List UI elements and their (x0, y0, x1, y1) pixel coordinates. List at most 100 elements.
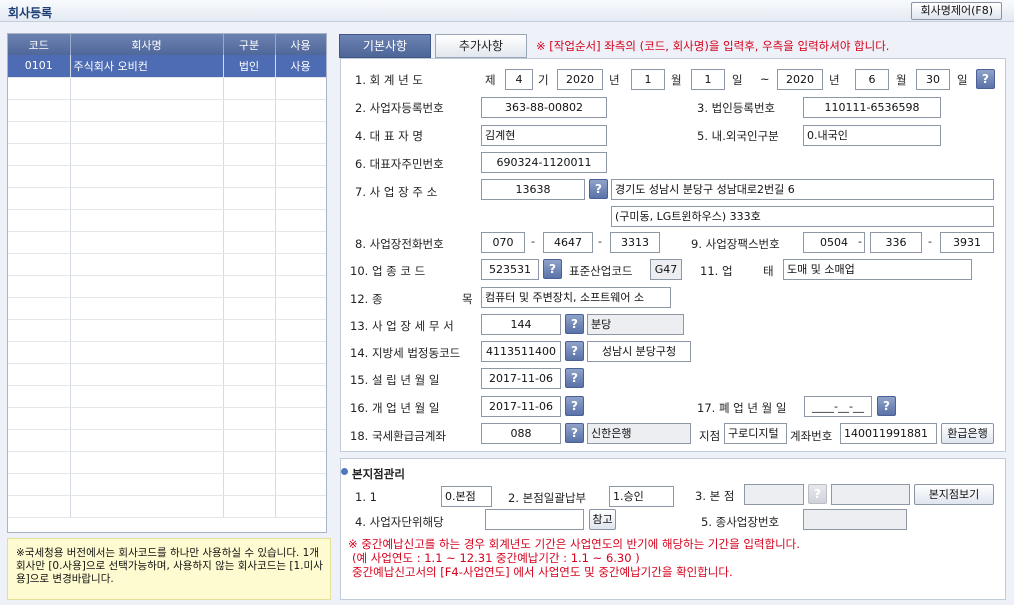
empty-cell[interactable] (275, 187, 326, 210)
empty-cell[interactable] (223, 99, 276, 122)
tax-office-help-icon[interactable]: ? (565, 314, 584, 334)
table-row[interactable] (8, 231, 326, 254)
tab-basic[interactable]: 기본사항 (339, 34, 431, 58)
empty-cell[interactable] (70, 77, 224, 100)
refund-bank-button[interactable]: 환급은행 (941, 423, 994, 444)
empty-cell[interactable] (275, 275, 326, 298)
category-input[interactable]: 컴퓨터 및 주변장치, 소프트웨어 소 (481, 287, 671, 308)
empty-cell[interactable] (275, 143, 326, 166)
empty-cell[interactable] (70, 407, 224, 430)
zip-input[interactable]: 13638 (481, 179, 585, 200)
empty-cell[interactable] (275, 407, 326, 430)
empty-cell[interactable] (8, 165, 71, 188)
empty-cell[interactable] (8, 209, 71, 232)
ceo-id-input[interactable]: 690324-1120011 (481, 152, 607, 173)
table-row[interactable] (8, 99, 326, 122)
empty-cell[interactable] (8, 429, 71, 452)
hq-bulk-pay-select[interactable]: 1.승인 (609, 486, 674, 507)
empty-cell[interactable] (275, 77, 326, 100)
empty-cell[interactable] (223, 275, 276, 298)
empty-cell[interactable] (8, 341, 71, 364)
empty-cell[interactable] (70, 275, 224, 298)
empty-cell[interactable] (223, 231, 276, 254)
table-row[interactable] (8, 341, 326, 364)
empty-cell[interactable] (70, 143, 224, 166)
empty-cell[interactable] (275, 451, 326, 474)
empty-cell[interactable] (223, 165, 276, 188)
address-line1-input[interactable]: 경기도 성남시 분당구 성남대로2번길 6 (611, 179, 994, 200)
branch-input[interactable]: 구로디지털 (724, 423, 787, 444)
empty-cell[interactable] (223, 495, 276, 518)
empty-cell[interactable] (223, 473, 276, 496)
empty-cell[interactable] (275, 165, 326, 188)
established-date-input[interactable]: 2017-11-06 (481, 368, 561, 389)
empty-cell[interactable] (223, 187, 276, 210)
business-input[interactable]: 도매 및 소매업 (783, 259, 972, 280)
cell-code[interactable]: 0101 (8, 55, 71, 78)
empty-cell[interactable] (223, 297, 276, 320)
table-row[interactable] (8, 473, 326, 496)
address-line2-input[interactable]: (구미동, LG트윈하우스) 333호 (611, 206, 994, 227)
from-month-input[interactable]: 1 (631, 69, 665, 90)
empty-cell[interactable] (275, 319, 326, 342)
empty-cell[interactable] (70, 165, 224, 188)
cell-type[interactable]: 법인 (223, 55, 276, 78)
empty-cell[interactable] (70, 341, 224, 364)
fax-part2-input[interactable]: 336 (870, 232, 922, 253)
table-row[interactable] (8, 385, 326, 408)
empty-cell[interactable] (275, 473, 326, 496)
tab-additional[interactable]: 추가사항 (435, 34, 527, 58)
empty-cell[interactable] (275, 121, 326, 144)
reference-button[interactable]: 참고 (589, 509, 616, 530)
table-row[interactable] (8, 451, 326, 474)
from-day-input[interactable]: 1 (691, 69, 725, 90)
empty-cell[interactable] (70, 209, 224, 232)
table-row[interactable] (8, 407, 326, 430)
zip-search-icon[interactable]: ? (589, 179, 608, 199)
empty-cell[interactable] (223, 385, 276, 408)
cell-use[interactable]: 사용 (275, 55, 326, 78)
table-row[interactable] (8, 495, 326, 518)
empty-cell[interactable] (275, 209, 326, 232)
empty-cell[interactable] (275, 231, 326, 254)
empty-cell[interactable] (275, 297, 326, 320)
empty-cell[interactable] (223, 451, 276, 474)
corp-reg-input[interactable]: 110111-6536598 (803, 97, 941, 118)
empty-cell[interactable] (8, 407, 71, 430)
empty-cell[interactable] (223, 341, 276, 364)
empty-cell[interactable] (275, 341, 326, 364)
empty-cell[interactable] (70, 231, 224, 254)
empty-cell[interactable] (275, 429, 326, 452)
empty-cell[interactable] (8, 495, 71, 518)
biz-reg-input[interactable]: 363-88-00802 (481, 97, 607, 118)
empty-cell[interactable] (275, 99, 326, 122)
empty-cell[interactable] (70, 319, 224, 342)
established-calendar-icon[interactable]: ? (565, 368, 584, 388)
empty-cell[interactable] (223, 319, 276, 342)
fax-part1-input[interactable]: 0504 (803, 232, 865, 253)
empty-cell[interactable] (223, 77, 276, 100)
empty-cell[interactable] (70, 187, 224, 210)
table-row[interactable] (8, 187, 326, 210)
table-row[interactable] (8, 121, 326, 144)
empty-cell[interactable] (275, 363, 326, 386)
from-year-input[interactable]: 2020 (557, 69, 603, 90)
empty-cell[interactable] (8, 319, 71, 342)
industry-code-input[interactable]: 523531 (481, 259, 539, 280)
table-row[interactable] (8, 165, 326, 188)
fiscal-help-icon[interactable]: ? (976, 69, 995, 89)
unit-biz-input[interactable] (485, 509, 584, 530)
bank-code-input[interactable]: 088 (481, 423, 561, 444)
empty-cell[interactable] (223, 121, 276, 144)
phone-part2-input[interactable]: 4647 (543, 232, 593, 253)
col-header-use[interactable]: 사용 (275, 34, 326, 55)
phone-part3-input[interactable]: 3313 (610, 232, 660, 253)
empty-cell[interactable] (8, 99, 71, 122)
empty-cell[interactable] (8, 121, 71, 144)
table-row[interactable] (8, 253, 326, 276)
empty-cell[interactable] (275, 253, 326, 276)
bank-help-icon[interactable]: ? (565, 423, 584, 443)
empty-cell[interactable] (70, 429, 224, 452)
empty-cell[interactable] (223, 407, 276, 430)
empty-cell[interactable] (223, 363, 276, 386)
